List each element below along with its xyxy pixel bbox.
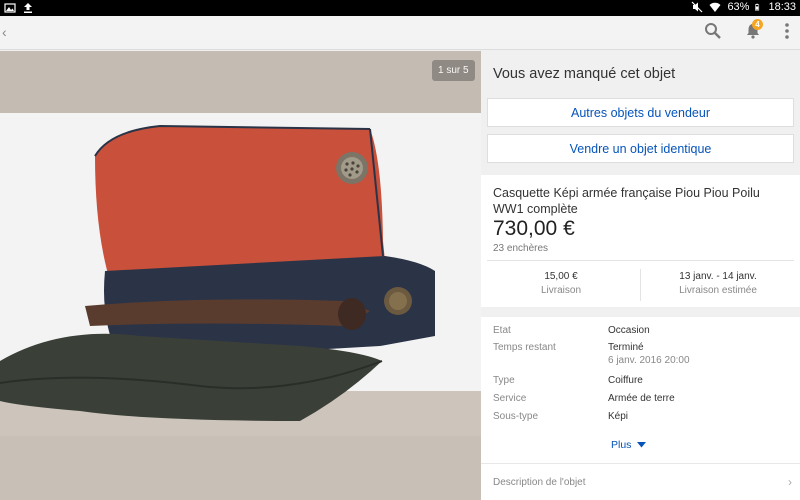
sell-similar-button[interactable]: Vendre un objet identique — [487, 134, 794, 163]
wifi-icon — [709, 2, 721, 12]
spec-key: Type — [493, 375, 515, 386]
delivery-label: Livraison estimée — [679, 285, 757, 296]
spec-value: Coiffure — [608, 375, 643, 386]
shipping-info: 15,00 € Livraison — [486, 271, 636, 296]
spec-value: Képi — [608, 411, 629, 422]
item-photo-gallery[interactable]: 1 sur 5 — [0, 51, 481, 500]
shipping-label: Livraison — [540, 285, 582, 296]
divider — [487, 260, 794, 261]
action-bar: ‹ 4 — [0, 16, 800, 50]
delivery-dates: 13 janv. - 14 janv. — [679, 271, 757, 282]
seller-items-button[interactable]: Autres objets du vendeur — [487, 98, 794, 127]
vertical-divider — [640, 269, 641, 301]
item-summary-card: Casquette Képi armée française Piou Piou… — [481, 175, 800, 307]
status-bar: 63% 18:33 — [0, 0, 800, 16]
item-price: 730,00 € — [493, 217, 575, 240]
chevron-right-icon: › — [788, 475, 792, 489]
missed-item-heading: Vous avez manqué cet objet — [493, 66, 676, 82]
spec-key: Service — [493, 393, 527, 404]
spec-end-date: 6 janv. 2016 20:00 — [608, 355, 690, 366]
description-row[interactable]: Description de l'objet › — [481, 463, 800, 500]
photo-table-edge — [0, 436, 481, 500]
item-specifics: Etat Occasion Temps restant Terminé 6 ja… — [481, 317, 800, 467]
kepi-photo — [0, 124, 435, 421]
more-label: Plus — [611, 439, 632, 451]
delivery-info: 13 janv. - 14 janv. Livraison estimée — [643, 271, 793, 296]
shipping-cost: 15,00 € — [544, 271, 578, 282]
spec-key: Etat — [493, 325, 511, 336]
photo-counter: 1 sur 5 — [432, 60, 475, 81]
item-details-panel: Vous avez manqué cet objet Autres objets… — [481, 51, 800, 500]
spec-value: Terminé — [608, 342, 644, 353]
item-title: Casquette Képi armée française Piou Piou… — [493, 186, 760, 216]
spec-value: Armée de terre — [608, 393, 675, 404]
overflow-menu-icon[interactable] — [784, 22, 790, 40]
description-label: Description de l'objet — [493, 477, 586, 488]
mute-icon — [692, 1, 703, 13]
search-icon[interactable] — [704, 22, 722, 40]
battery-percent: 63% — [727, 1, 750, 13]
image-icon — [4, 3, 16, 13]
spec-key: Sous-type — [493, 411, 539, 422]
upload-icon — [24, 3, 32, 13]
notification-badge: 4 — [752, 19, 763, 30]
notifications-button[interactable]: 4 — [744, 19, 763, 40]
caret-down-icon — [637, 442, 647, 448]
spec-value: Occasion — [608, 325, 650, 336]
clock: 18:33 — [768, 1, 796, 13]
bid-count: 23 enchères — [493, 243, 549, 254]
spec-key: Temps restant — [493, 342, 556, 353]
spec-value-group: Terminé 6 janv. 2016 20:00 — [608, 342, 798, 366]
battery-icon — [755, 3, 760, 11]
more-specs-link[interactable]: Plus — [611, 439, 647, 451]
back-button[interactable]: ‹ — [2, 24, 7, 40]
